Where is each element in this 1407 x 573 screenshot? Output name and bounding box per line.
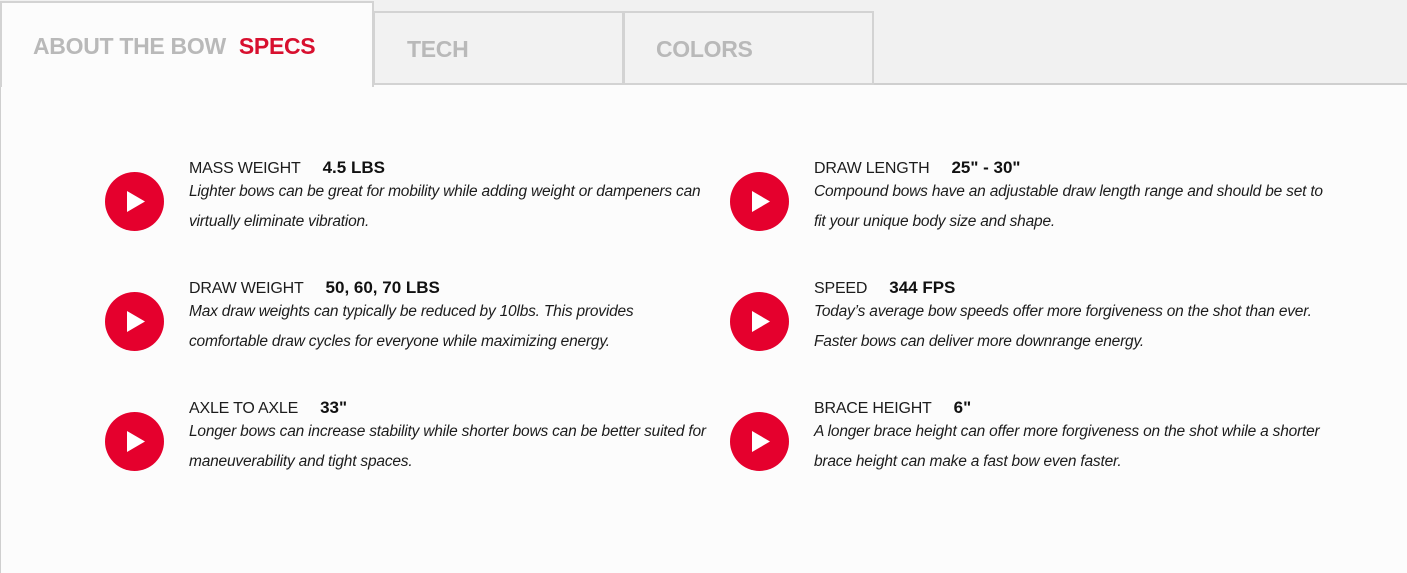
spec-label: AXLE TO AXLE — [189, 400, 299, 417]
play-icon — [752, 191, 770, 212]
play-button[interactable] — [105, 172, 164, 231]
tab-specs[interactable]: SPECS — [239, 33, 316, 59]
play-icon — [127, 191, 145, 212]
spec-value: 33" — [320, 398, 348, 417]
tab-colors[interactable]: COLORS — [623, 11, 874, 85]
tab-tech[interactable]: TECH — [373, 11, 624, 85]
tab-about-label[interactable]: ABOUT THE BOW — [33, 33, 226, 59]
play-button[interactable] — [730, 412, 789, 471]
tab-about-the-bow[interactable]: ABOUT THE BOW SPECS — [0, 1, 374, 87]
play-icon — [127, 311, 145, 332]
spec-value: 25" - 30" — [951, 158, 1021, 177]
play-icon — [127, 431, 145, 452]
play-button[interactable] — [105, 412, 164, 471]
spec-description: Longer bows can increase stability while… — [189, 423, 706, 470]
spec-description: A longer brace height can offer more for… — [814, 423, 1320, 470]
spec-label: SPEED — [814, 280, 868, 297]
spec-label: DRAW WEIGHT — [189, 280, 304, 297]
spec-description: Lighter bows can be great for mobility w… — [189, 183, 701, 230]
spec-label: BRACE HEIGHT — [814, 400, 932, 417]
spec-value: 344 FPS — [889, 278, 956, 297]
play-button[interactable] — [730, 172, 789, 231]
spec-value: 6" — [953, 398, 972, 417]
tab-colors-label[interactable]: COLORS — [656, 36, 753, 62]
spec-description: Today’s average bow speeds offer more fo… — [814, 303, 1312, 350]
spec-description: Max draw weights can typically be reduce… — [189, 303, 634, 350]
play-icon — [752, 431, 770, 452]
play-button[interactable] — [730, 292, 789, 351]
play-button[interactable] — [105, 292, 164, 351]
spec-value: 50, 60, 70 LBS — [325, 278, 440, 297]
tab-tech-label[interactable]: TECH — [407, 36, 469, 62]
spec-value: 4.5 LBS — [322, 158, 385, 177]
spec-label: DRAW LENGTH — [814, 160, 930, 177]
play-icon — [752, 311, 770, 332]
spec-label: MASS WEIGHT — [189, 160, 301, 177]
spec-description: Compound bows have an adjustable draw le… — [814, 183, 1323, 230]
